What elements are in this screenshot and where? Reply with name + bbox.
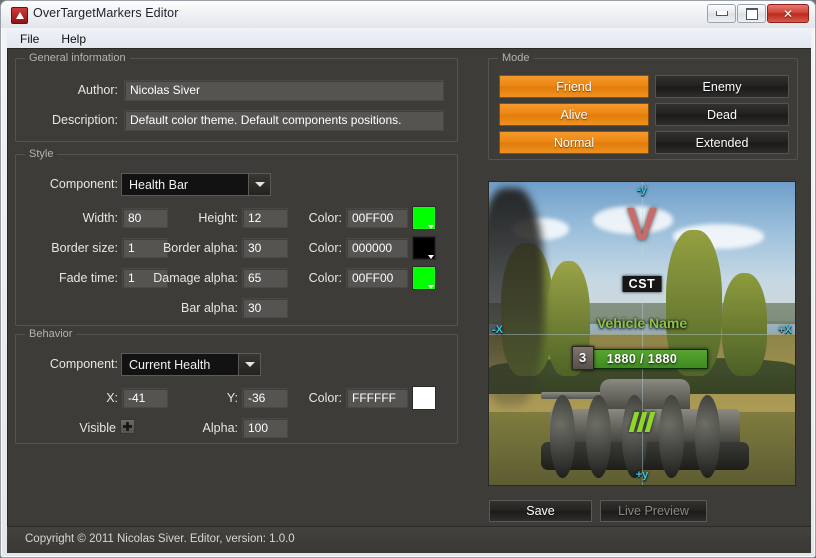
- border-alpha-label: Border alpha:: [162, 241, 238, 255]
- mode-button-alive[interactable]: Alive: [499, 103, 649, 126]
- chevron-down-icon[interactable]: [238, 354, 260, 375]
- y-label: Y:: [226, 391, 238, 405]
- x-input[interactable]: -41: [122, 388, 168, 408]
- target-arrow-marker: V: [626, 198, 658, 251]
- mode-title: Mode: [498, 52, 534, 64]
- minimize-icon: [715, 11, 728, 16]
- live-preview-button[interactable]: Live Preview: [600, 500, 707, 522]
- chevron-down-icon[interactable]: [248, 174, 270, 195]
- color3-swatch[interactable]: [412, 266, 436, 290]
- alpha-label: Alpha:: [202, 421, 238, 435]
- general-information-title: General information: [25, 52, 130, 64]
- title-bar: OverTargetMarkers Editor ✕: [1, 1, 815, 28]
- style-component-label: Component:: [49, 177, 118, 191]
- vehicle-name-marker: Vehicle Name: [596, 315, 688, 332]
- style-component-select[interactable]: Health Bar: [121, 173, 271, 196]
- description-input[interactable]: Default color theme. Default components …: [124, 110, 444, 131]
- behavior-component-label: Component:: [49, 357, 118, 371]
- maximize-icon: [745, 7, 758, 20]
- color2-input[interactable]: 000000: [346, 238, 408, 258]
- width-input[interactable]: 80: [122, 208, 168, 228]
- description-label: Description:: [52, 113, 118, 127]
- menu-bar: File Help: [7, 29, 811, 49]
- minimize-button[interactable]: [707, 4, 736, 23]
- clan-tag-marker: CST: [622, 275, 662, 292]
- color1-label: Color:: [308, 211, 342, 225]
- axis-label-minus-x: -X: [492, 324, 503, 337]
- general-information-group: General information Author: Nicolas Sive…: [15, 52, 458, 142]
- color1-swatch[interactable]: [412, 206, 436, 230]
- height-label: Height:: [198, 211, 238, 225]
- close-icon: ✕: [782, 6, 794, 21]
- visible-checkbox[interactable]: [120, 419, 135, 434]
- damage-alpha-input[interactable]: 65: [242, 268, 288, 288]
- mode-button-extended[interactable]: Extended: [655, 131, 789, 154]
- rank-badge-text: 3: [578, 350, 587, 366]
- bar-alpha-input[interactable]: 30: [242, 298, 288, 318]
- behavior-color-swatch[interactable]: [412, 386, 436, 410]
- behavior-color-input[interactable]: FFFFFF: [346, 388, 408, 408]
- behavior-title: Behavior: [25, 328, 77, 340]
- fade-time-label: Fade time:: [58, 271, 118, 285]
- alpha-input[interactable]: 100: [242, 418, 288, 438]
- tree-shape: [721, 272, 768, 376]
- color2-label: Color:: [308, 241, 342, 255]
- copyright-text: Copyright © 2011 Nicolas Siver. Editor, …: [25, 533, 295, 545]
- mode-button-friend[interactable]: Friend: [499, 75, 649, 98]
- author-label: Author:: [77, 83, 118, 97]
- save-button[interactable]: Save: [489, 500, 592, 522]
- mode-button-dead[interactable]: Dead: [655, 103, 789, 126]
- color2-swatch[interactable]: [412, 236, 436, 260]
- live-preview-image[interactable]: -y +y -X +X V CST Vehicle Name 1880 / 18…: [488, 181, 796, 486]
- color3-label: Color:: [308, 271, 342, 285]
- mode-button-enemy[interactable]: Enemy: [655, 75, 789, 98]
- close-button[interactable]: ✕: [767, 4, 809, 23]
- width-label: Width:: [82, 211, 118, 225]
- border-alpha-input[interactable]: 30: [242, 238, 288, 258]
- app-icon: [11, 7, 28, 24]
- height-input[interactable]: 12: [242, 208, 288, 228]
- color1-input[interactable]: 00FF00: [346, 208, 408, 228]
- axis-label-plus-y: +y: [635, 469, 649, 481]
- x-label: X:: [106, 391, 118, 405]
- behavior-component-select[interactable]: Current Health: [121, 353, 261, 376]
- rank-badge-marker: 3: [571, 345, 594, 370]
- behavior-group: Behavior Component: Current Health X: -4…: [15, 328, 458, 444]
- style-group: Style Component: Health Bar Width: 80 He…: [15, 148, 458, 326]
- y-input[interactable]: -36: [242, 388, 288, 408]
- health-bar-marker: 1880 / 1880: [576, 348, 708, 369]
- window-title: OverTargetMarkers Editor: [33, 6, 179, 20]
- color3-input[interactable]: 00FF00: [346, 268, 408, 288]
- style-title: Style: [25, 148, 58, 160]
- axis-label-plus-x: +X: [778, 324, 792, 337]
- visible-label: Visible: [79, 421, 116, 435]
- menu-item-help[interactable]: Help: [52, 30, 95, 48]
- application-window: OverTargetMarkers Editor ✕ File Help Gen…: [0, 0, 816, 558]
- menu-item-file[interactable]: File: [11, 30, 48, 48]
- behavior-color-label: Color:: [308, 391, 342, 405]
- status-bar: Copyright © 2011 Nicolas Siver. Editor, …: [7, 526, 811, 553]
- behavior-component-value: Current Health: [129, 357, 211, 372]
- border-size-label: Border size:: [51, 241, 118, 255]
- mode-button-normal[interactable]: Normal: [499, 131, 649, 154]
- bar-alpha-label: Bar alpha:: [181, 301, 238, 315]
- style-component-value: Health Bar: [129, 177, 189, 192]
- health-bar-text: 1880 / 1880: [606, 351, 678, 366]
- mode-group: Mode Friend Enemy Alive Dead Normal Exte…: [488, 52, 798, 160]
- axis-label-minus-y: -y: [637, 184, 647, 196]
- author-input[interactable]: Nicolas Siver: [124, 80, 444, 101]
- damage-alpha-label: Damage alpha:: [153, 271, 238, 285]
- maximize-button[interactable]: [737, 4, 766, 23]
